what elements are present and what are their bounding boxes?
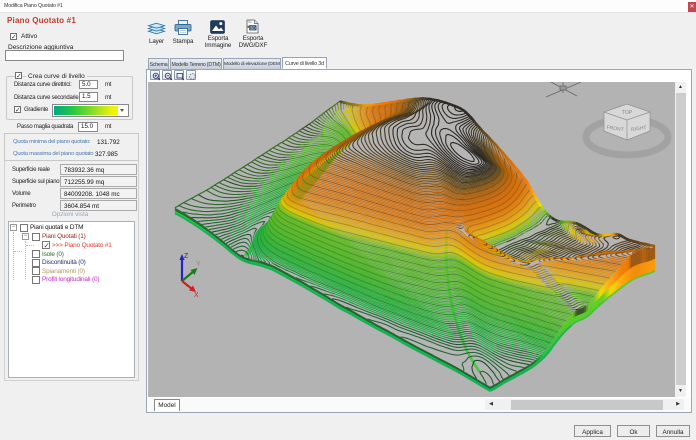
svg-text:Y: Y xyxy=(196,261,201,268)
svg-text:3D: 3D xyxy=(250,25,257,30)
svg-text:TOP: TOP xyxy=(622,110,633,116)
svg-text:Z: Z xyxy=(184,253,189,260)
svg-text:X: X xyxy=(194,292,199,299)
